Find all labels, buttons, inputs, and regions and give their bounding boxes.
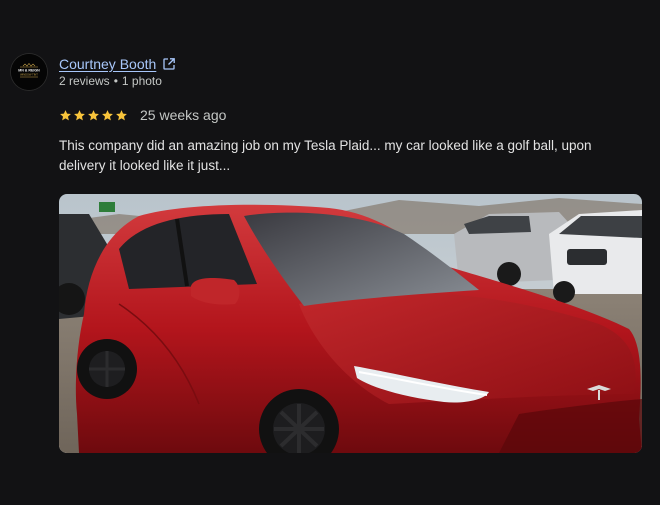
star-icon [60, 109, 71, 120]
review-text: This company did an amazing job on my Te… [59, 138, 592, 173]
avatar-logo-text-top: MN & REIGN [18, 69, 40, 73]
avatar-logo: MN & REIGN WINDOW TINT [11, 54, 47, 90]
reviewer-avatar[interactable]: MN & REIGN WINDOW TINT [11, 54, 47, 90]
car-photo-image [59, 194, 642, 453]
review-card: MN & REIGN WINDOW TINT Courtney Booth 2 … [0, 0, 660, 505]
reviewer-name-link[interactable]: Courtney Booth [59, 56, 156, 72]
reviewer-name-row: Courtney Booth [59, 55, 176, 73]
review-photo[interactable] [59, 194, 642, 453]
open-in-new-icon[interactable] [162, 57, 176, 71]
rating-row: 25 weeks ago [59, 107, 226, 123]
avatar-logo-text-bottom: WINDOW TINT [20, 72, 38, 76]
star-rating [59, 109, 128, 122]
review-time: 25 weeks ago [140, 107, 227, 123]
star-icon [88, 109, 99, 120]
star-icon [102, 109, 113, 120]
reviewer-meta: 2 reviews • 1 photo [59, 74, 162, 88]
star-icon [74, 109, 85, 120]
star-icon [116, 109, 127, 120]
meta-separator: • [113, 74, 118, 88]
photo-count: 1 photo [121, 74, 162, 88]
review-count: 2 reviews [59, 74, 110, 88]
